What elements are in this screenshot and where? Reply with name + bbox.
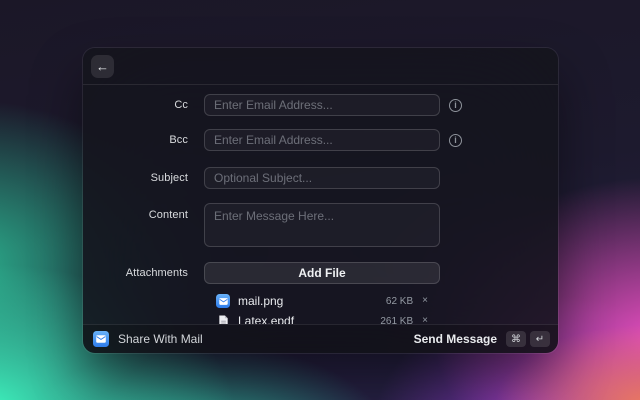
back-button[interactable]: ← — [91, 54, 114, 78]
command-key-icon: ⌘ — [506, 331, 526, 347]
info-icon[interactable]: i — [449, 98, 462, 112]
window-header: ← — [83, 48, 558, 85]
attachment-size: 261 KB — [380, 315, 414, 325]
attachments-label: Attachments — [125, 267, 188, 279]
attachments-row: Attachments Add File — [83, 262, 558, 284]
document-icon — [216, 314, 230, 324]
subject-input[interactable] — [204, 167, 440, 189]
subject-label: Subject — [150, 172, 188, 184]
attachment-filename: mail.png — [238, 294, 284, 308]
remove-attachment-icon[interactable]: × — [422, 316, 428, 325]
attachment-list: mail.png 62 KB × Latex.epdf 261 KB × — [204, 291, 440, 324]
send-message-button[interactable]: Send Message ⌘ ↵ — [414, 331, 550, 347]
bcc-row: Bcc i — [83, 129, 558, 151]
info-icon[interactable]: i — [449, 133, 462, 147]
return-key-icon: ↵ — [530, 331, 550, 347]
mail-app-icon — [93, 331, 109, 347]
attachment-item: Latex.epdf 261 KB × — [204, 311, 440, 324]
content-label: Content — [148, 209, 188, 221]
send-message-label: Send Message — [413, 332, 497, 346]
mail-app-icon — [216, 294, 230, 308]
extension-title: Share With Mail — [118, 332, 203, 346]
attachment-item: mail.png 62 KB × — [204, 291, 440, 311]
cc-input[interactable] — [204, 94, 440, 116]
action-bar: Share With Mail Send Message ⌘ ↵ — [83, 324, 558, 353]
cc-row: Cc i — [83, 94, 558, 116]
back-arrow-icon: ← — [96, 58, 109, 74]
share-with-mail-window: ← Cc i Bcc i Subject Content Attachments… — [83, 48, 558, 353]
bcc-input[interactable] — [204, 129, 440, 151]
add-file-button[interactable]: Add File — [204, 262, 440, 284]
remove-attachment-icon[interactable]: × — [422, 296, 428, 306]
form-body: Cc i Bcc i Subject Content Attachments A… — [83, 85, 558, 324]
attachment-filename: Latex.epdf — [238, 314, 295, 324]
content-row: Content — [83, 203, 558, 247]
content-textarea[interactable] — [204, 203, 440, 247]
subject-row: Subject — [83, 167, 558, 189]
bcc-label: Bcc — [169, 134, 188, 146]
attachment-size: 62 KB — [385, 295, 414, 307]
cc-label: Cc — [174, 99, 188, 111]
